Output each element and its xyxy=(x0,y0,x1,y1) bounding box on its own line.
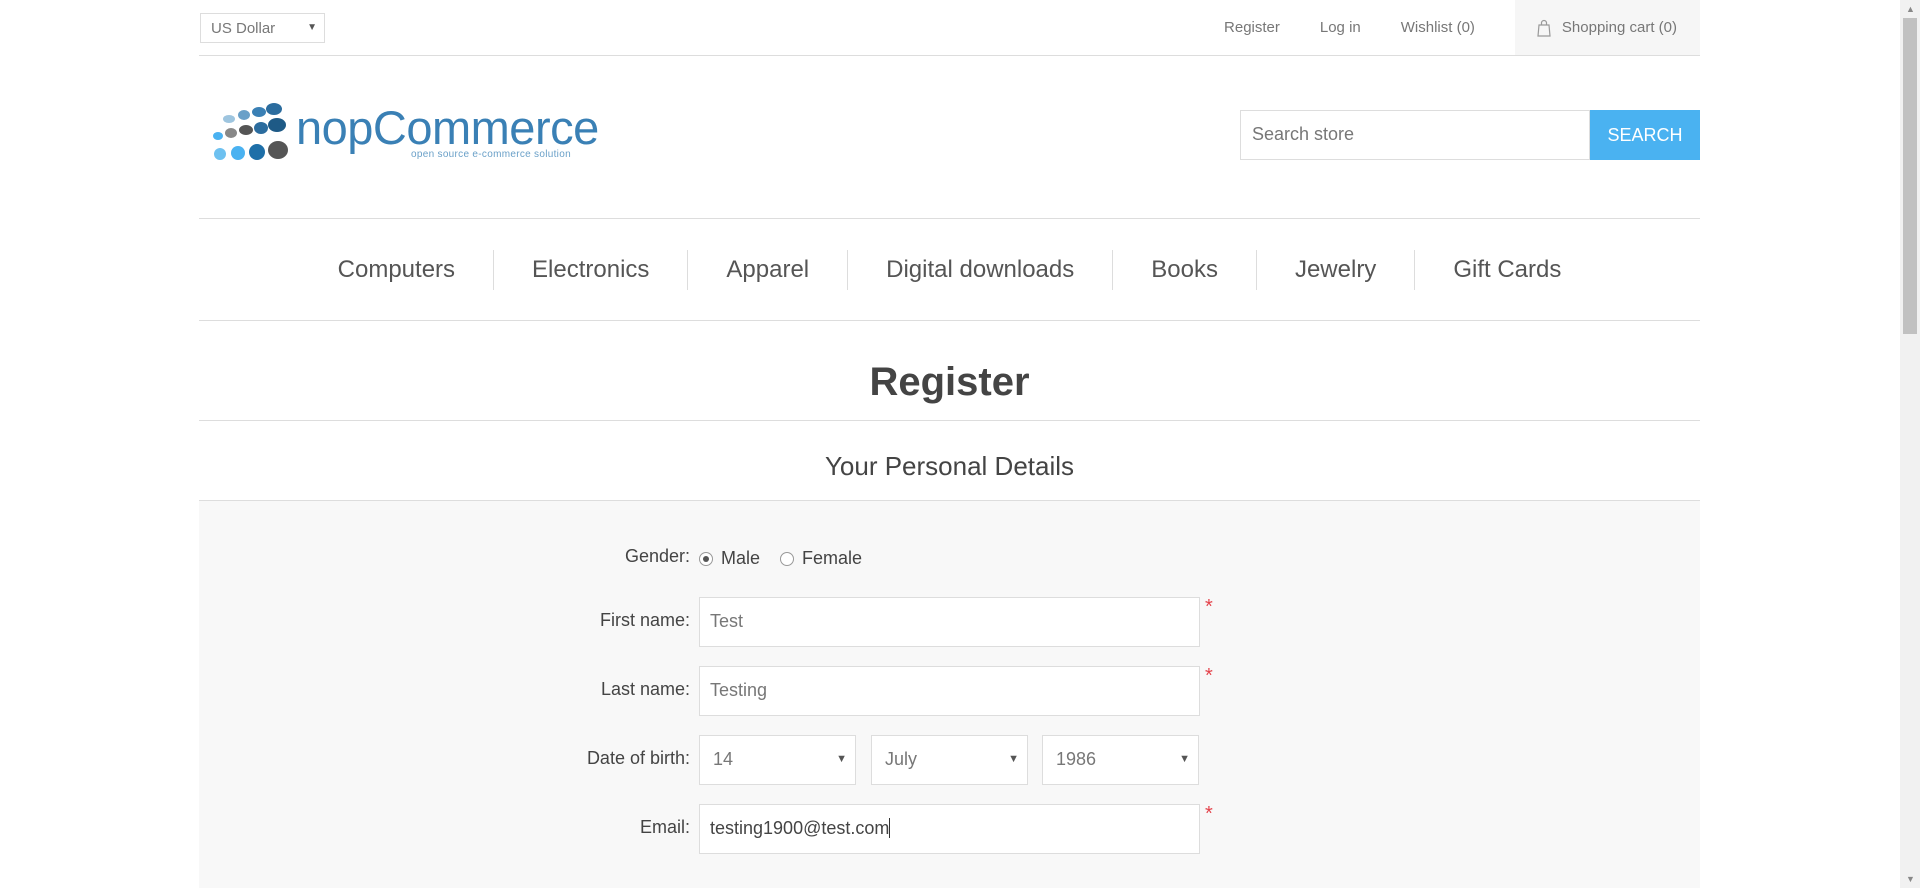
gender-label: Gender: xyxy=(624,546,690,566)
last-name-field[interactable]: Testing xyxy=(699,666,1200,716)
gender-female-label[interactable]: Female xyxy=(802,548,862,569)
chevron-down-icon: ▼ xyxy=(307,22,317,33)
menu-item-electronics[interactable]: Electronics xyxy=(494,256,687,284)
search-button[interactable]: SEARCH xyxy=(1590,110,1700,160)
dob-year-value: 1986 xyxy=(1056,749,1097,769)
menu-item-gift-cards[interactable]: Gift Cards xyxy=(1415,256,1599,284)
chevron-down-icon: ▼ xyxy=(1179,753,1190,765)
scroll-down-icon[interactable]: ▼ xyxy=(1906,874,1915,884)
currency-value: US Dollar xyxy=(211,20,276,37)
required-indicator: * xyxy=(1205,665,1213,687)
menu-item-digital-downloads[interactable]: Digital downloads xyxy=(848,256,1112,284)
text-cursor xyxy=(889,818,891,838)
gender-options: Male Female xyxy=(699,548,862,569)
chevron-down-icon: ▼ xyxy=(836,753,847,765)
last-name-label: Last name: xyxy=(600,679,690,699)
scrollbar-thumb[interactable] xyxy=(1903,18,1917,334)
currency-selector[interactable]: US Dollar ▼ xyxy=(200,13,325,43)
login-link[interactable]: Log in xyxy=(1320,19,1361,36)
logo-wordmark: nopCommerce xyxy=(296,101,599,154)
dob-month-select[interactable]: July ▼ xyxy=(871,735,1028,785)
chevron-down-icon: ▼ xyxy=(1008,753,1019,765)
dob-month-value: July xyxy=(885,749,918,769)
menu-item-apparel[interactable]: Apparel xyxy=(688,256,847,284)
logo-tagline: open source e-commerce solution xyxy=(411,149,571,160)
menu-item-jewelry[interactable]: Jewelry xyxy=(1257,256,1414,284)
required-indicator: * xyxy=(1205,596,1213,618)
email-field[interactable]: testing1900@test.com xyxy=(699,804,1200,854)
section-title: Your Personal Details xyxy=(824,451,1075,481)
gender-female-radio[interactable] xyxy=(780,551,795,566)
page-scrollbar[interactable]: ▲ ▼ xyxy=(1900,0,1920,888)
store-logo[interactable]: nopCommerce open source e-commerce solut… xyxy=(204,100,599,166)
shopping-bag-icon xyxy=(1537,19,1551,37)
divider xyxy=(199,420,1700,421)
menu-item-books[interactable]: Books xyxy=(1113,256,1256,284)
gender-male-label[interactable]: Male xyxy=(721,548,760,569)
menu-item-computers[interactable]: Computers xyxy=(300,256,493,284)
first-name-label: First name: xyxy=(599,610,690,630)
dob-day-value: 14 xyxy=(713,749,734,769)
register-link[interactable]: Register xyxy=(1224,19,1280,36)
first-name-field[interactable]: Test xyxy=(699,597,1200,647)
required-indicator: * xyxy=(1205,803,1213,825)
dob-day-select[interactable]: 14 ▼ xyxy=(699,735,856,785)
scroll-up-icon[interactable]: ▲ xyxy=(1906,4,1915,14)
dob-label: Date of birth: xyxy=(586,748,690,768)
gender-male-radio[interactable] xyxy=(699,551,713,566)
header-links: Register Log in Wishlist (0) Shopping ca… xyxy=(1224,0,1700,55)
dob-year-select[interactable]: 1986 ▼ xyxy=(1042,735,1199,785)
shopping-cart-label: Shopping cart (0) xyxy=(1561,19,1677,36)
top-menu: Computers Electronics Apparel Digital do… xyxy=(199,218,1700,321)
shopping-cart-link[interactable]: Shopping cart (0) xyxy=(1514,0,1700,55)
wishlist-link[interactable]: Wishlist (0) xyxy=(1401,19,1475,36)
email-value: testing1900@test.com xyxy=(710,818,890,838)
email-label: Email: xyxy=(639,817,690,837)
search-input[interactable]: Search store xyxy=(1240,110,1590,160)
header-upper: US Dollar ▼ Register Log in Wishlist (0)… xyxy=(199,0,1700,56)
logo-dots-icon xyxy=(213,103,288,160)
page-title: Register xyxy=(869,360,1030,404)
